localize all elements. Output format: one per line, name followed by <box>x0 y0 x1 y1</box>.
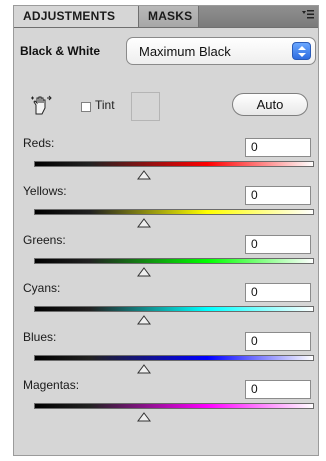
slider-row: Greens: 0 <box>14 233 318 281</box>
slider-value-input[interactable]: 0 <box>245 283 311 302</box>
slider-label: Cyans: <box>23 281 61 295</box>
slider-value-input[interactable]: 0 <box>245 138 311 157</box>
tint-label: Tint <box>95 98 115 112</box>
slider-label: Blues: <box>23 330 57 344</box>
tint-checkbox[interactable] <box>81 102 91 112</box>
panel-menu-icon[interactable] <box>300 8 316 24</box>
targeted-adjustment-hand-icon[interactable] <box>30 94 52 116</box>
slider-row: Cyans: 0 <box>14 281 318 329</box>
slider-value-input[interactable]: 0 <box>245 186 311 205</box>
slider-gradient-track[interactable] <box>34 355 314 361</box>
tab-adjustments[interactable]: ADJUSTMENTS <box>14 6 139 27</box>
auto-button[interactable]: Auto <box>232 93 308 116</box>
slider-label: Greens: <box>23 233 66 247</box>
slider-thumb-icon[interactable] <box>137 361 151 374</box>
slider-row: Blues: 0 <box>14 330 318 378</box>
tint-color-swatch[interactable] <box>131 92 160 121</box>
slider-label: Magentas: <box>23 378 80 392</box>
slider-value-input[interactable]: 0 <box>245 235 311 254</box>
tab-masks[interactable]: MASKS <box>139 6 199 27</box>
panel-tab-bar: ADJUSTMENTS MASKS <box>14 6 318 28</box>
preset-label: Black & White <box>20 44 101 58</box>
slider-value-input[interactable]: 0 <box>245 332 311 351</box>
slider-label: Yellows: <box>23 184 67 198</box>
slider-gradient-track[interactable] <box>34 258 314 264</box>
slider-row: Yellows: 0 <box>14 184 318 232</box>
slider-gradient-track[interactable] <box>34 209 314 215</box>
slider-value-input[interactable]: 0 <box>245 380 311 399</box>
slider-row: Magentas: 0 <box>14 378 318 426</box>
slider-thumb-icon[interactable] <box>137 312 151 325</box>
slider-thumb-icon[interactable] <box>137 264 151 277</box>
slider-thumb-icon[interactable] <box>137 167 151 180</box>
adjustments-panel: ADJUSTMENTS MASKS Black & White Maximum … <box>13 5 319 456</box>
slider-thumb-icon[interactable] <box>137 409 151 422</box>
slider-gradient-track[interactable] <box>34 403 314 409</box>
dropdown-stepper-icon[interactable] <box>292 42 311 60</box>
slider-gradient-track[interactable] <box>34 161 314 167</box>
slider-gradient-track[interactable] <box>34 306 314 312</box>
slider-label: Reds: <box>23 136 55 150</box>
slider-thumb-icon[interactable] <box>137 215 151 228</box>
preset-dropdown[interactable]: Maximum Black <box>126 37 316 65</box>
slider-row: Reds: 0 <box>14 136 318 184</box>
preset-selected-value: Maximum Black <box>139 44 231 59</box>
